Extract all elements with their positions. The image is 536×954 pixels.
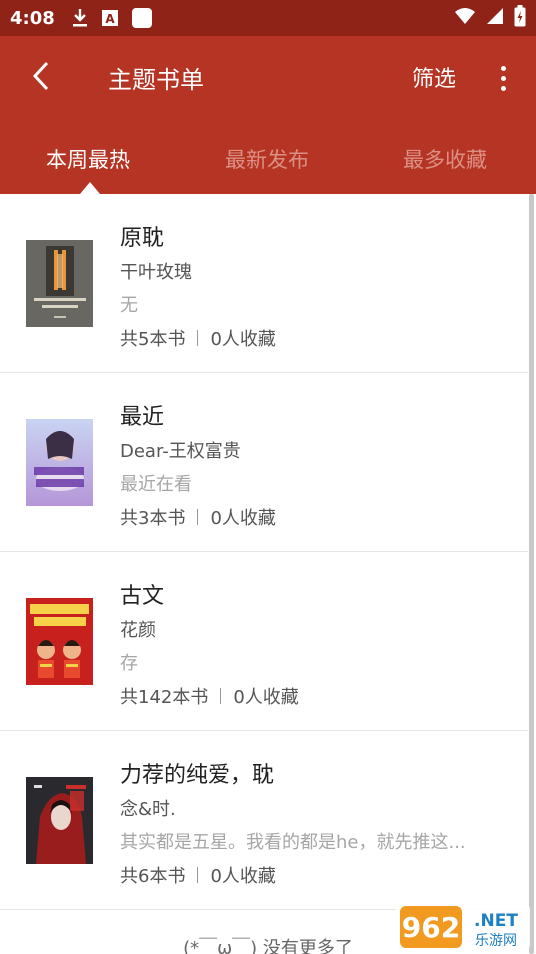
- svg-text:A: A: [105, 12, 115, 26]
- booklist-description: 其实都是五星。我看的都是he，就先推这...: [120, 832, 466, 853]
- svg-text:962: 962: [402, 911, 460, 944]
- booklist-stats: 共5本书 0人收藏: [120, 325, 276, 351]
- booklist-author: Dear-王权富贵: [120, 441, 241, 462]
- a-app-icon: A: [101, 9, 119, 27]
- svg-text:.NET: .NET: [474, 911, 518, 931]
- stats-divider: [197, 509, 199, 525]
- svg-text:乐游网: 乐游网: [475, 933, 517, 949]
- booklist-item[interactable]: 力荐的纯爱，耽 念&时. 其实都是五星。我看的都是he，就先推这... 共6本书…: [0, 731, 528, 910]
- booklist-name: 力荐的纯爱，耽: [120, 763, 275, 788]
- booklist-description: 最近在看: [120, 474, 192, 495]
- booklist-item[interactable]: 古文 花颜 存 共142本书 0人收藏: [0, 552, 528, 731]
- watermark-logo: 962 .NET 乐游网: [396, 902, 530, 952]
- booklist-author: 干叶玫瑰: [120, 262, 192, 283]
- booklist-list: 原耽 干叶玫瑰 无 共5本书 0人收藏 最近 Dear-王权富贵 最近在看 共3…: [0, 194, 528, 910]
- booklist-description: 无: [120, 295, 138, 316]
- page-title: 主题书单: [108, 66, 204, 94]
- book-cover: [26, 419, 93, 506]
- stats-divider: [197, 867, 199, 883]
- booklist-stats: 共3本书 0人收藏: [120, 504, 276, 530]
- booklist-stats: 共6本书 0人收藏: [120, 862, 276, 888]
- book-cover: [26, 598, 93, 685]
- favorite-count: 0人收藏: [210, 508, 276, 529]
- booklist-name: 古文: [120, 584, 165, 609]
- favorite-count: 0人收藏: [233, 687, 299, 708]
- book-cover: [26, 777, 93, 864]
- booklist-stats: 共142本书 0人收藏: [120, 683, 299, 709]
- square-app-icon: [131, 7, 153, 29]
- booklist-author: 念&时.: [120, 799, 176, 820]
- app-bar: 主题书单 筛选: [0, 36, 536, 118]
- booklist-description: 存: [120, 653, 138, 674]
- favorite-count: 0人收藏: [210, 866, 276, 887]
- book-count: 共5本书: [120, 329, 186, 350]
- stats-divider: [197, 330, 199, 346]
- booklist-name: 最近: [120, 405, 165, 430]
- book-count: 共6本书: [120, 866, 186, 887]
- scrollbar[interactable]: [529, 194, 534, 954]
- booklist-item[interactable]: 最近 Dear-王权富贵 最近在看 共3本书 0人收藏: [0, 373, 528, 552]
- back-button[interactable]: [26, 58, 56, 98]
- book-count: 共3本书: [120, 508, 186, 529]
- tab-weekly-hot[interactable]: 本周最热: [46, 144, 130, 174]
- book-count: 共142本书: [120, 687, 209, 708]
- stats-divider: [220, 688, 222, 704]
- booklist-author: 花颜: [120, 620, 156, 641]
- back-arrow-icon: [32, 61, 50, 95]
- status-bar: 4:08 A: [0, 0, 536, 36]
- download-icon: [71, 8, 89, 28]
- booklist-name: 原耽: [120, 226, 165, 251]
- tab-most-collected[interactable]: 最多收藏: [403, 144, 487, 174]
- status-time: 4:08: [10, 7, 55, 29]
- booklist-item[interactable]: 原耽 干叶玫瑰 无 共5本书 0人收藏: [0, 194, 528, 373]
- favorite-count: 0人收藏: [210, 329, 276, 350]
- more-vert-icon: [500, 65, 506, 91]
- more-options-button[interactable]: [492, 60, 514, 96]
- wifi-icon: [454, 7, 476, 29]
- book-cover: [26, 240, 93, 327]
- battery-icon: [514, 5, 526, 31]
- tab-bar: 本周最热 最新发布 最多收藏: [0, 118, 536, 194]
- tab-newest[interactable]: 最新发布: [225, 144, 309, 174]
- active-tab-indicator: [80, 182, 100, 194]
- signal-icon: [486, 7, 504, 29]
- filter-button[interactable]: 筛选: [412, 61, 456, 93]
